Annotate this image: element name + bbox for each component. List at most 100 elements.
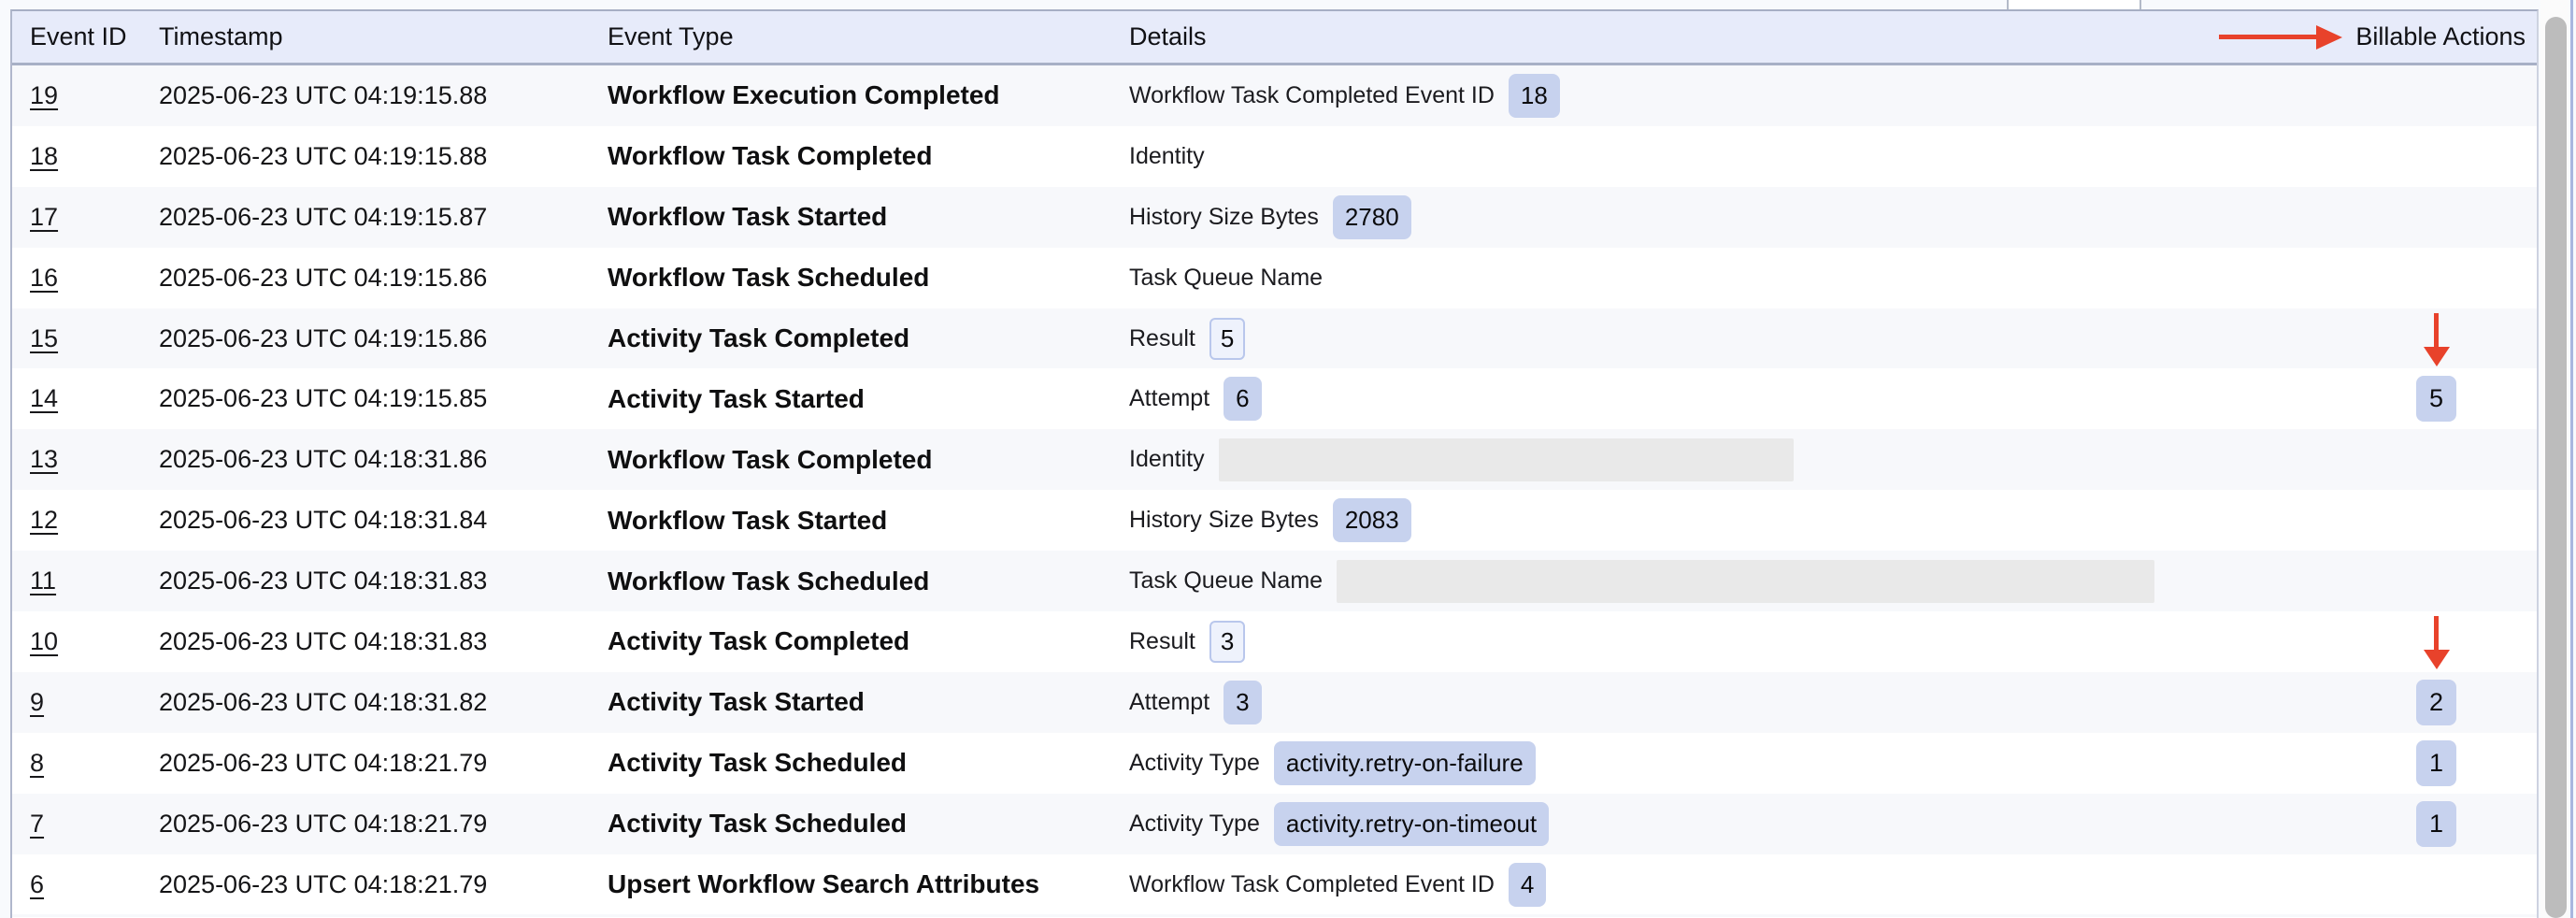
- event-id-cell: 8: [12, 749, 159, 778]
- billable-actions-cell: [2373, 311, 2537, 366]
- table-row: 162025-06-23 UTC 04:19:15.86Workflow Tas…: [12, 248, 2537, 308]
- table-row: 19 2025-06-23 UTC 04:19:15.88Workflow Exe…: [12, 65, 2537, 126]
- event-id-cell: 11: [12, 567, 159, 595]
- table-row: 112025-06-23 UTC 04:18:31.83Workflow Tas…: [12, 551, 2537, 611]
- table-row: 152025-06-23 UTC 04:19:15.86Activity Tas…: [12, 308, 2537, 369]
- top-ui-sliver: [0, 0, 2576, 9]
- details-cell: Task Queue Name: [1129, 560, 2373, 603]
- table-row: 122025-06-23 UTC 04:18:31.84Workflow Tas…: [12, 490, 2537, 551]
- event-id-link[interactable]: 17: [30, 203, 58, 231]
- event-id-link[interactable]: 16: [30, 264, 58, 292]
- details-cell: Result 5: [1129, 318, 2373, 360]
- table-row: 7 2025-06-23 UTC 04:18:21.79Activity Task…: [12, 794, 2537, 854]
- event-type-cell: Workflow Task Scheduled: [608, 263, 1129, 293]
- event-id-link[interactable]: 15: [30, 324, 58, 352]
- details-cell: Activity Typeactivity.retry-on-failure: [1129, 741, 2373, 785]
- event-type-cell: Workflow Execution Completed: [608, 80, 1129, 110]
- panel-right-border: [2570, 0, 2573, 918]
- event-history-table: Event ID Timestamp Event Type Details Bi…: [10, 9, 2539, 918]
- annotation-down-arrow-icon: [2424, 313, 2450, 366]
- timestamp-cell: 2025-06-23 UTC 04:18:31.83: [159, 567, 608, 595]
- billable-actions-label: Billable Actions: [2355, 22, 2526, 51]
- detail-value-badge: 2780: [1333, 195, 1411, 239]
- details-cell: Workflow Task Completed Event ID 18: [1129, 74, 2373, 118]
- event-type-cell: Activity Task Started: [608, 384, 1129, 414]
- event-id-cell: 17: [12, 203, 159, 232]
- details-cell: Workflow Task Completed Event ID 4: [1129, 863, 2373, 907]
- event-type-cell: Activity Task Scheduled: [608, 748, 1129, 778]
- billable-actions-cell: 2: [2373, 680, 2537, 725]
- details-cell: Attempt6: [1129, 377, 2373, 421]
- details-cell: Result3: [1129, 621, 2373, 663]
- table-row: 10 2025-06-23 UTC 04:18:31.83Activity Tas…: [12, 611, 2537, 672]
- event-id-cell: 18: [12, 142, 159, 171]
- detail-label: History Size Bytes: [1129, 507, 1319, 534]
- timestamp-cell: 2025-06-23 UTC 04:18:31.86: [159, 445, 608, 474]
- detail-label: Identity: [1129, 143, 1205, 170]
- detail-label: Task Queue Name: [1129, 265, 1323, 292]
- event-type-cell: Workflow Task Completed: [608, 141, 1129, 171]
- timestamp-cell: 2025-06-23 UTC 04:18:21.79: [159, 870, 608, 899]
- event-id-link[interactable]: 12: [30, 506, 58, 534]
- event-id-link[interactable]: 13: [30, 445, 58, 473]
- table-row: 142025-06-23 UTC 04:19:15.85Activity Tas…: [12, 368, 2537, 429]
- timestamp-cell: 2025-06-23 UTC 04:19:15.88: [159, 81, 608, 110]
- detail-label: History Size Bytes: [1129, 204, 1319, 231]
- detail-redacted-block: [1219, 438, 1794, 481]
- event-id-link[interactable]: 19: [30, 81, 58, 109]
- event-type-cell: Activity Task Scheduled: [608, 809, 1129, 839]
- event-type-cell: Workflow Task Started: [608, 202, 1129, 232]
- detail-value-badge: activity.retry-on-failure: [1274, 741, 1536, 785]
- event-id-cell: 7: [12, 810, 159, 839]
- details-cell: History Size Bytes 2083: [1129, 498, 2373, 542]
- detail-label: Workflow Task Completed Event ID: [1129, 82, 1495, 109]
- billable-actions-cell: [2373, 614, 2537, 669]
- event-id-cell: 15: [12, 324, 159, 353]
- event-id-cell: 19: [12, 81, 159, 110]
- event-id-link[interactable]: 14: [30, 384, 58, 412]
- billable-actions-cell: 1: [2373, 801, 2537, 847]
- detail-value-badge: 4: [1509, 863, 1546, 907]
- timestamp-cell: 2025-06-23 UTC 04:18:31.82: [159, 688, 608, 717]
- event-id-link[interactable]: 18: [30, 142, 58, 170]
- annotation-right-arrow-icon: [2219, 25, 2342, 50]
- event-id-cell: 16: [12, 264, 159, 293]
- detail-value-badge: 18: [1509, 74, 1560, 118]
- table-row: 62025-06-23 UTC 04:18:21.79Upsert Workfl…: [12, 854, 2537, 915]
- detail-value-badge: 5: [1209, 318, 1245, 360]
- event-id-cell: 12: [12, 506, 159, 535]
- detail-value-badge: 2083: [1333, 498, 1411, 542]
- event-type-cell: Activity Task Completed: [608, 626, 1129, 656]
- event-id-link[interactable]: 10: [30, 627, 58, 655]
- event-type-cell: Workflow Task Completed: [608, 445, 1129, 475]
- detail-label: Attempt: [1129, 385, 1209, 412]
- billable-count-badge: 2: [2416, 680, 2456, 725]
- table-header-row: Event ID Timestamp Event Type Details Bi…: [12, 11, 2537, 65]
- detail-label: Result: [1129, 325, 1195, 352]
- details-cell: History Size Bytes 2780: [1129, 195, 2373, 239]
- timestamp-cell: 2025-06-23 UTC 04:19:15.87: [159, 203, 608, 232]
- column-header-billable-actions: Billable Actions: [2373, 22, 2537, 51]
- event-id-link[interactable]: 9: [30, 688, 44, 716]
- event-id-link[interactable]: 8: [30, 749, 44, 777]
- timestamp-cell: 2025-06-23 UTC 04:18:31.84: [159, 506, 608, 535]
- detail-label: Task Queue Name: [1129, 567, 1323, 595]
- table-row: 9 2025-06-23 UTC 04:18:31.82Activity Task…: [12, 672, 2537, 733]
- detail-label: Workflow Task Completed Event ID: [1129, 871, 1495, 898]
- timestamp-cell: 2025-06-23 UTC 04:18:21.79: [159, 810, 608, 839]
- event-id-link[interactable]: 6: [30, 870, 44, 898]
- details-cell: Attempt3: [1129, 681, 2373, 724]
- column-header-event-type: Event Type: [608, 22, 1129, 51]
- detail-value-badge: activity.retry-on-timeout: [1274, 802, 1549, 846]
- event-type-cell: Activity Task Started: [608, 687, 1129, 717]
- timestamp-cell: 2025-06-23 UTC 04:18:31.83: [159, 627, 608, 656]
- event-id-link[interactable]: 11: [30, 567, 56, 595]
- column-header-event-id: Event ID: [12, 22, 159, 51]
- event-id-link[interactable]: 7: [30, 810, 44, 838]
- table-row: 82025-06-23 UTC 04:18:21.79Activity Task…: [12, 733, 2537, 794]
- event-type-cell: Activity Task Completed: [608, 323, 1129, 353]
- detail-label: Identity: [1129, 446, 1205, 473]
- billable-actions-cell: 1: [2373, 740, 2537, 786]
- details-cell: Identity: [1129, 438, 2373, 481]
- vertical-scrollbar-thumb[interactable]: [2545, 17, 2567, 918]
